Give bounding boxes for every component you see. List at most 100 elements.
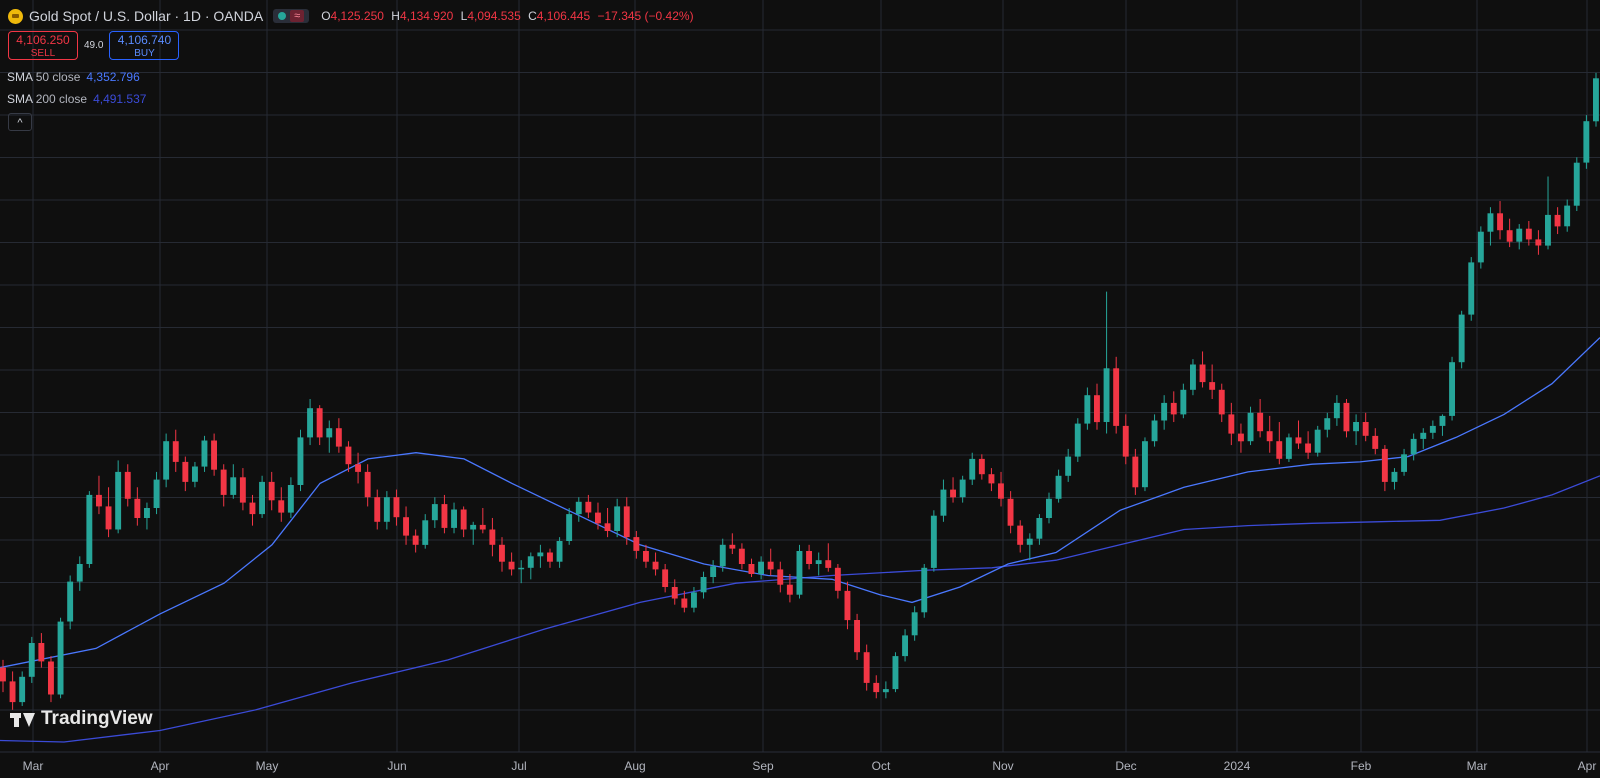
candle-body [460,509,467,530]
symbol-title[interactable]: Gold Spot / U.S. Dollar · 1D · OANDA [29,8,263,24]
candle-body [335,428,342,447]
candle-body [1525,228,1532,240]
candle-body [1324,418,1331,430]
candle-body [28,643,35,677]
candle-body [815,560,822,564]
x-tick-label: Mar [1467,759,1488,773]
candle-body [691,592,697,608]
candle-body [1295,437,1302,444]
tradingview-logo[interactable]: TradingView [10,708,153,730]
candle-body [182,461,189,482]
candle-body [19,676,26,703]
candle-body [892,656,899,690]
candle-body [1170,402,1177,415]
candle-body [1564,205,1571,227]
candle-body [1276,441,1283,459]
price-chart[interactable]: Mar Apr May Jun Jul Aug Sep Oct Nov Dec 2024 Feb Mar… [0,0,1600,778]
sma50-legend[interactable]: SMA 50 close 4,352.796 [7,70,140,84]
candle-body [825,560,832,568]
candle-body [172,441,179,462]
candle-body [1209,382,1216,390]
candle-body [1573,162,1580,206]
candle-body [1372,435,1379,449]
candle-body [844,590,851,621]
candle-body [67,581,74,622]
candle-body [882,689,889,693]
x-tick-label: Dec [1115,759,1136,773]
candle-body [48,661,54,695]
candle-body [959,479,966,498]
candle-body [201,440,208,467]
candle-body [239,477,246,503]
candle-body [1238,433,1244,442]
x-tick-label: Jun [387,759,406,773]
buy-button[interactable]: 4,106.740 BUY [109,31,180,60]
spread-value: 49.0 [84,40,104,51]
market-open-icon [278,12,287,20]
candle-body [1497,213,1503,231]
sell-price: 4,106.250 [16,33,70,47]
candle-body [1266,431,1273,442]
candle-body [710,566,717,577]
x-tick-label: May [256,759,279,773]
status-pill[interactable]: ≈ [273,9,310,23]
sell-button[interactable]: 4,106.250 SELL [8,31,78,60]
candle-body [1343,402,1350,432]
candle-body [738,548,745,564]
candle-body [758,561,764,574]
candle-body [998,483,1004,499]
candle-body [902,635,908,657]
candle-body [940,489,947,516]
candle-body [1228,414,1235,434]
candle-body [192,466,198,482]
candle-body [1046,498,1052,518]
candle-body [1305,443,1311,453]
candle-body [259,481,265,515]
candle-body [652,561,659,570]
candle-body [729,544,736,549]
x-tick-label: Apr [151,759,170,773]
candle-body [134,498,141,518]
x-tick-label: Feb [1351,759,1372,773]
candle-body [978,458,985,475]
candle-body [1026,538,1033,545]
candle-body [1545,214,1551,246]
candle-body [1103,368,1110,422]
candle-body [470,524,477,530]
candle-body [777,569,784,585]
candle-body [1113,368,1120,426]
candle-body [1132,456,1139,488]
candle-body [719,544,726,567]
candle-body [499,544,505,562]
logo-text: TradingView [41,708,153,729]
candle-body [1391,471,1398,482]
candle-body [489,529,496,545]
candle-body [527,556,534,568]
candle-body [76,564,83,582]
collapse-legend-button[interactable]: ^ [8,113,32,131]
candle-body [662,569,669,587]
candle-body [1017,525,1024,545]
candle-body [124,471,131,499]
candle-body [767,561,774,570]
candle-body [1487,213,1494,232]
candle-body [38,643,45,662]
candle-body [671,587,678,599]
candle-body [595,512,601,524]
candle-body [1161,402,1168,421]
sma200-value: 4,491.537 [93,92,147,106]
candle-body [1410,438,1417,455]
sma200-legend[interactable]: SMA 200 close 4,491.537 [7,92,146,106]
symbol-legend: Gold Spot / U.S. Dollar · 1D · OANDA ≈ O… [8,8,698,24]
candle-body [854,620,860,653]
candle-body [479,524,486,530]
x-tick-label: Nov [992,759,1013,773]
candle-body [96,494,102,507]
candle-body [1449,362,1455,416]
sma50-value: 4,352.796 [86,70,140,84]
candle-body [1554,214,1561,227]
wave-icon: ≈ [290,10,305,22]
candle-body [1535,239,1542,246]
candle-body [1593,78,1599,122]
tradingview-logo-icon [10,711,36,727]
